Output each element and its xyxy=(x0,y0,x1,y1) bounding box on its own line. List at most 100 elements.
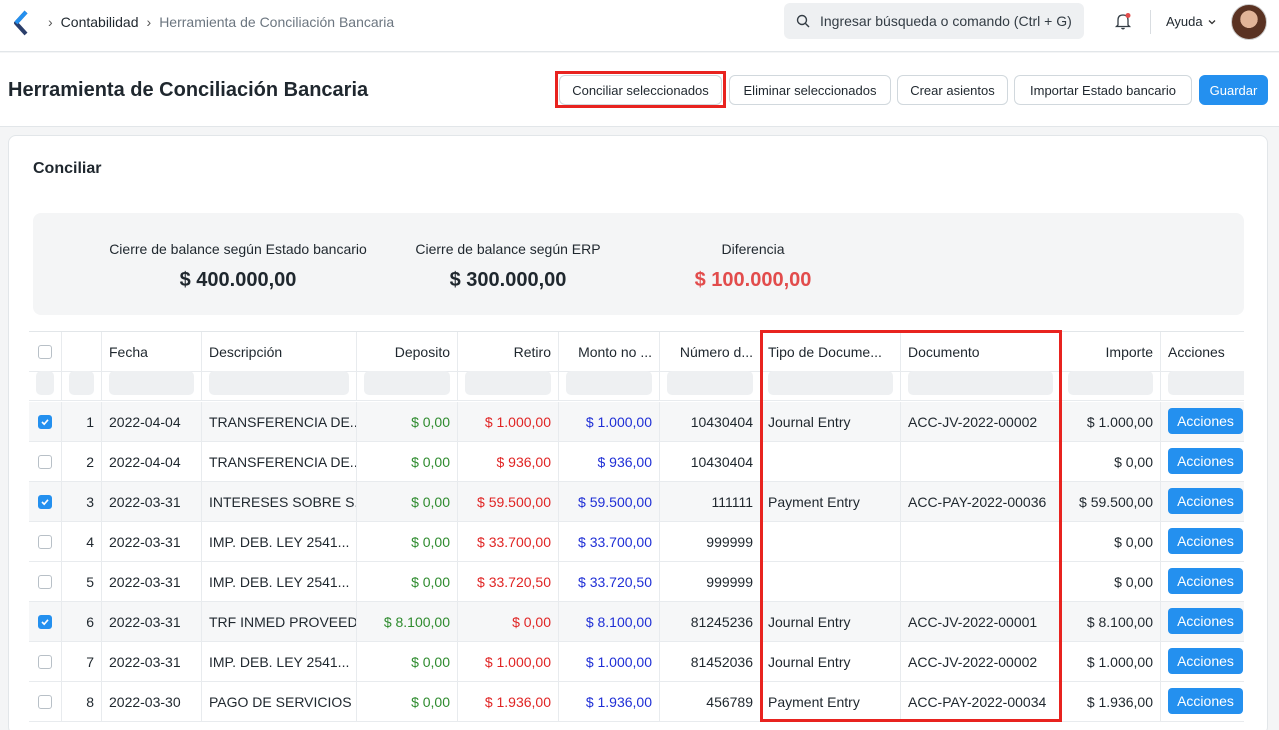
user-avatar[interactable] xyxy=(1231,4,1267,40)
reference-value: 456789 xyxy=(706,693,753,710)
deposit-cell: $ 0,00 xyxy=(357,402,458,441)
delete-selected-button[interactable]: Eliminar seleccionados xyxy=(729,75,891,105)
unallocated-cell: $ 33.700,00 xyxy=(559,522,660,561)
row-checkbox[interactable] xyxy=(38,534,52,549)
page-header: Herramienta de Conciliación Bancaria Con… xyxy=(0,53,1279,127)
unallocated-value: $ 1.000,00 xyxy=(585,413,652,430)
deposit-value: $ 0,00 xyxy=(411,453,450,470)
row-checkbox[interactable] xyxy=(38,414,52,429)
row-actions-button[interactable]: Acciones xyxy=(1168,528,1243,554)
row-checkbox[interactable] xyxy=(38,494,52,509)
withdrawal-cell: $ 33.700,00 xyxy=(458,522,559,561)
app-logo-icon[interactable] xyxy=(12,10,30,36)
actions-cell: Acciones xyxy=(1161,442,1244,481)
filter-cell xyxy=(29,366,62,400)
save-button[interactable]: Guardar xyxy=(1199,75,1268,105)
withdrawal-value: $ 1.000,00 xyxy=(484,413,551,430)
unallocated-value: $ 33.720,50 xyxy=(578,573,652,590)
row-actions-button[interactable]: Acciones xyxy=(1168,488,1243,514)
filter-input[interactable] xyxy=(69,371,94,395)
unallocated-value: $ 8.100,00 xyxy=(585,613,652,630)
unallocated-cell: $ 8.100,00 xyxy=(559,602,660,641)
date-cell: 2022-03-31 xyxy=(102,642,202,681)
help-dropdown[interactable]: Ayuda xyxy=(1166,14,1217,29)
row-actions-button[interactable]: Acciones xyxy=(1168,608,1243,634)
filter-cell xyxy=(1061,366,1161,400)
create-entries-button[interactable]: Crear asientos xyxy=(897,75,1008,105)
amount-cell: $ 1.000,00 xyxy=(1061,402,1161,441)
withdrawal-cell: $ 33.720,50 xyxy=(458,562,559,601)
reference-cell: 999999 xyxy=(660,562,761,601)
reference-cell: 111111 xyxy=(660,482,761,521)
row-actions-button[interactable]: Acciones xyxy=(1168,688,1243,714)
actions-cell: Acciones xyxy=(1161,682,1244,721)
breadcrumb-item-current[interactable]: Herramienta de Conciliación Bancaria xyxy=(159,14,394,30)
row-checkbox[interactable] xyxy=(38,574,52,589)
unallocated-value: $ 1.936,00 xyxy=(585,693,652,710)
date-cell: 2022-03-31 xyxy=(102,482,202,521)
unallocated-cell: $ 1.000,00 xyxy=(559,402,660,441)
row-actions-button[interactable]: Acciones xyxy=(1168,408,1243,434)
deposit-value: $ 0,00 xyxy=(411,693,450,710)
row-checkbox[interactable] xyxy=(38,694,52,709)
filter-cell xyxy=(458,366,559,400)
amount-cell: $ 8.100,00 xyxy=(1061,602,1161,641)
row-checkbox[interactable] xyxy=(38,454,52,469)
breadcrumb: › Contabilidad › Herramienta de Concilia… xyxy=(44,13,394,31)
withdrawal-cell: $ 1.936,00 xyxy=(458,682,559,721)
filter-input[interactable] xyxy=(566,371,652,395)
amount-cell: $ 1.936,00 xyxy=(1061,682,1161,721)
row-actions-button[interactable]: Acciones xyxy=(1168,648,1243,674)
reconcile-card: Conciliar Cierre de balance según Estado… xyxy=(8,135,1268,730)
withdrawal-value: $ 33.700,00 xyxy=(477,533,551,550)
row-actions-button[interactable]: Acciones xyxy=(1168,448,1243,474)
amount-value: $ 0,00 xyxy=(1114,533,1153,550)
reference-value: 81245236 xyxy=(690,613,753,630)
withdrawal-value: $ 1.000,00 xyxy=(484,653,551,670)
summary-label: Diferencia xyxy=(721,241,785,257)
unallocated-cell: $ 1.936,00 xyxy=(559,682,660,721)
withdrawal-value: $ 936,00 xyxy=(496,453,552,470)
deposit-cell: $ 0,00 xyxy=(357,562,458,601)
description-value: IMP. DEB. LEY 2541... xyxy=(209,573,350,590)
description-value: IMP. DEB. LEY 2541... xyxy=(209,533,350,550)
filter-input[interactable] xyxy=(36,371,54,395)
erp-balance: Cierre de balance según ERP $ 300.000,00 xyxy=(408,241,608,292)
unallocated-value: $ 1.000,00 xyxy=(585,653,652,670)
actions-cell: Acciones xyxy=(1161,562,1244,601)
deposit-cell: $ 0,00 xyxy=(357,642,458,681)
unallocated-cell: $ 936,00 xyxy=(559,442,660,481)
bank-statement-balance: Cierre de balance según Estado bancario … xyxy=(78,241,398,292)
notification-bell-icon[interactable] xyxy=(1113,11,1133,31)
filter-input[interactable] xyxy=(364,371,450,395)
filter-input[interactable] xyxy=(1168,371,1244,395)
date-cell: 2022-04-04 xyxy=(102,402,202,441)
reference-value: 10430404 xyxy=(690,413,753,430)
withdrawal-value: $ 1.936,00 xyxy=(484,693,551,710)
filter-input[interactable] xyxy=(209,371,349,395)
select-all-checkbox[interactable] xyxy=(38,344,52,359)
row-index-cell: 4 xyxy=(62,522,102,561)
date-cell: 2022-03-31 xyxy=(102,522,202,561)
filter-input[interactable] xyxy=(465,371,551,395)
filter-input[interactable] xyxy=(1068,371,1153,395)
unallocated-cell: $ 59.500,00 xyxy=(559,482,660,521)
withdrawal-cell: $ 936,00 xyxy=(458,442,559,481)
date-cell: 2022-04-04 xyxy=(102,442,202,481)
amount-value: $ 0,00 xyxy=(1114,453,1153,470)
row-checkbox[interactable] xyxy=(38,614,52,629)
filter-input[interactable] xyxy=(109,371,194,395)
import-statement-button[interactable]: Importar Estado bancario xyxy=(1014,75,1192,105)
description-value: TRANSFERENCIA DE... xyxy=(209,413,357,430)
row-actions-button[interactable]: Acciones xyxy=(1168,568,1243,594)
amount-value: $ 0,00 xyxy=(1114,573,1153,590)
row-checkbox[interactable] xyxy=(38,654,52,669)
filter-input[interactable] xyxy=(667,371,753,395)
filter-cell xyxy=(62,366,102,400)
row-index-cell: 6 xyxy=(62,602,102,641)
search-input[interactable]: Ingresar búsqueda o comando (Ctrl + G) xyxy=(784,3,1084,39)
filter-cell xyxy=(559,366,660,400)
description-cell: TRF INMED PROVEED xyxy=(202,602,357,641)
breadcrumb-item-accounting[interactable]: Contabilidad xyxy=(61,14,139,30)
reference-cell: 999999 xyxy=(660,522,761,561)
